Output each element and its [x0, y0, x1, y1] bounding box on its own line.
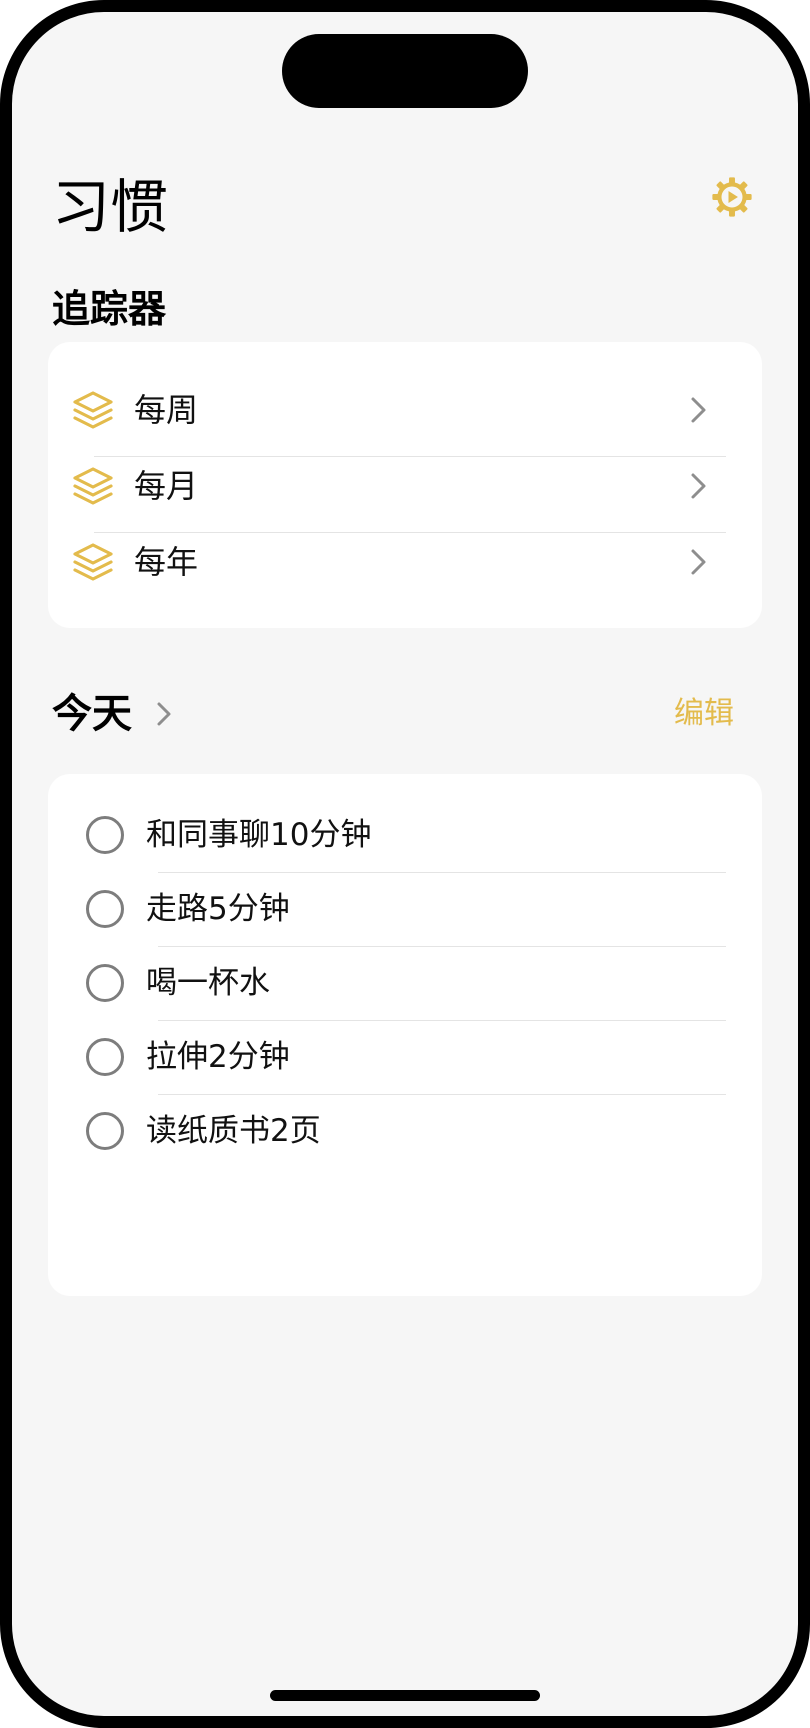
habit-checkbox[interactable] [86, 964, 124, 1002]
today-section-title: 今天 [52, 691, 132, 737]
habit-item: 和同事聊10分钟 [48, 798, 762, 872]
habit-checkbox[interactable] [86, 890, 124, 928]
tracker-item-monthly[interactable]: 每月 [48, 448, 762, 524]
phone-frame: 习惯 追踪器 每周 每月 每年 今天 编辑 和同事聊10分钟 走路5分钟 喝一杯… [0, 0, 810, 1728]
tracker-item-label: 每周 [134, 391, 199, 429]
home-indicator[interactable] [270, 1690, 540, 1701]
tracker-item-label: 每月 [134, 467, 199, 505]
habit-label: 走路5分钟 [146, 891, 290, 927]
habit-item: 喝一杯水 [48, 946, 762, 1020]
habit-checkbox[interactable] [86, 1112, 124, 1150]
habit-label: 拉伸2分钟 [146, 1039, 290, 1075]
habit-checkbox[interactable] [86, 816, 124, 854]
tracker-item-weekly[interactable]: 每周 [48, 372, 762, 448]
habit-label: 喝一杯水 [146, 965, 270, 1001]
habit-checkbox[interactable] [86, 1038, 124, 1076]
trackers-card: 每周 每月 每年 [48, 342, 762, 628]
tracker-item-yearly[interactable]: 每年 [48, 524, 762, 600]
chevron-right-icon [691, 549, 706, 575]
layers-icon [73, 543, 113, 581]
page-title: 习惯 [52, 173, 169, 241]
layers-icon [73, 391, 113, 429]
today-habits-card: 和同事聊10分钟 走路5分钟 喝一杯水 拉伸2分钟 读纸质书2页 [48, 774, 762, 1296]
habit-label: 读纸质书2页 [146, 1113, 321, 1149]
habit-item: 读纸质书2页 [48, 1094, 762, 1168]
habit-item: 走路5分钟 [48, 872, 762, 946]
trackers-section-title: 追踪器 [52, 287, 167, 331]
settings-button[interactable] [709, 174, 755, 220]
gear-icon [712, 177, 752, 217]
today-section-link[interactable]: 今天 [52, 684, 172, 744]
chevron-right-icon [157, 702, 171, 726]
edit-button[interactable]: 编辑 [674, 688, 734, 740]
habit-item: 拉伸2分钟 [48, 1020, 762, 1094]
dynamic-island [282, 34, 528, 108]
chevron-right-icon [691, 397, 706, 423]
habit-label: 和同事聊10分钟 [146, 817, 372, 853]
layers-icon [73, 467, 113, 505]
tracker-item-label: 每年 [134, 543, 199, 581]
chevron-right-icon [691, 473, 706, 499]
